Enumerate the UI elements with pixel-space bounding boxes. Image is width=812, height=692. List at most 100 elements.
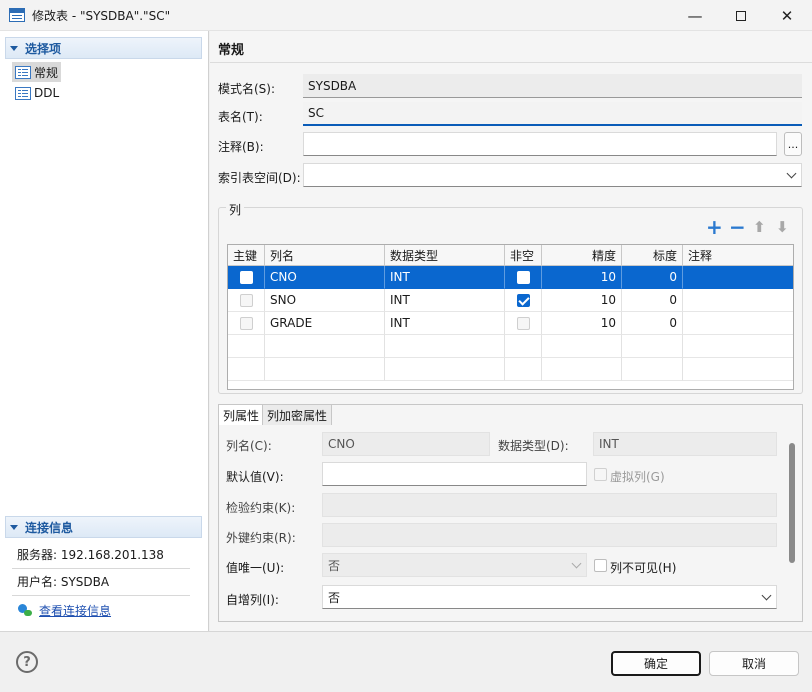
comment-more-button[interactable]: ... <box>784 132 802 156</box>
unique-value: 否 <box>328 558 341 573</box>
pk-cell[interactable] <box>228 266 265 289</box>
unique-select[interactable]: 否 <box>322 553 587 577</box>
ok-button[interactable]: 确定 <box>611 651 701 676</box>
identity-label: 自增列(I): <box>226 593 279 607</box>
virtual-checkbox[interactable] <box>594 468 607 481</box>
comment-cell[interactable] <box>683 266 793 289</box>
empty-cell <box>265 335 385 358</box>
header-pk[interactable]: 主键 <box>228 245 265 266</box>
schema-field: SYSDBA <box>303 74 802 98</box>
comment-cell[interactable] <box>683 289 793 312</box>
chevron-down-icon <box>786 168 797 179</box>
name-cell[interactable]: CNO <box>265 266 385 289</box>
help-icon[interactable]: ? <box>16 651 38 673</box>
notnull-cell[interactable] <box>505 266 542 289</box>
view-connection-link[interactable]: 查看连接信息 <box>39 602 111 619</box>
columns-group-label: 列 <box>226 201 245 218</box>
remove-column-icon[interactable]: − <box>729 217 746 237</box>
fk-constraint-label: 外键约束(R): <box>226 531 296 545</box>
col-name-label: 列名(C): <box>226 439 272 453</box>
header-type[interactable]: 数据类型 <box>385 245 505 266</box>
name-cell[interactable]: SNO <box>265 289 385 312</box>
schema-value: SYSDBA <box>308 78 357 93</box>
properties-scrollbar[interactable] <box>789 443 795 563</box>
server-info: 服务器: 192.168.201.138 <box>12 541 190 569</box>
identity-select[interactable]: 否 <box>322 585 777 609</box>
sidebar-item-ddl[interactable]: DDL <box>12 83 62 103</box>
notnull-checkbox[interactable] <box>516 316 530 330</box>
table-name-label: 表名(T): <box>218 110 263 124</box>
empty-cell <box>683 358 793 381</box>
data-type-label: 数据类型(D): <box>498 439 569 453</box>
sidebar-item-label: 常规 <box>34 65 59 80</box>
precision-cell[interactable]: 10 <box>542 289 622 312</box>
name-cell[interactable]: GRADE <box>265 312 385 335</box>
add-column-icon[interactable]: + <box>706 217 723 237</box>
scale-cell[interactable]: 0 <box>622 312 683 335</box>
divider <box>210 62 812 63</box>
virtual-label: 虚拟列(G) <box>610 470 665 484</box>
empty-cell <box>505 358 542 381</box>
col-name-value: CNO <box>328 437 355 451</box>
empty-row <box>228 358 793 381</box>
view-connection-row[interactable]: 查看连接信息 <box>12 596 190 624</box>
invisible-checkbox[interactable] <box>594 559 607 572</box>
pk-checkbox[interactable] <box>239 270 253 284</box>
precision-cell[interactable]: 10 <box>542 312 622 335</box>
cancel-button[interactable]: 取消 <box>709 651 799 676</box>
precision-cell[interactable]: 10 <box>542 266 622 289</box>
default-label: 默认值(V): <box>226 470 284 484</box>
minimize-button[interactable]: — <box>672 0 718 31</box>
options-section-title: 选择项 <box>25 41 62 56</box>
notnull-checkbox[interactable] <box>516 293 530 307</box>
pk-checkbox[interactable] <box>239 293 253 307</box>
sidebar: 选择项 常规 DDL 连接信息 服务器: 192.168.201.138 用户名… <box>0 31 209 631</box>
data-type-field: INT <box>593 432 777 456</box>
tab-column-properties[interactable]: 列属性 <box>218 404 265 425</box>
header-comment[interactable]: 注释 <box>683 245 793 266</box>
close-button[interactable]: ✕ <box>764 0 810 31</box>
comment-input[interactable] <box>303 132 777 156</box>
comment-cell[interactable] <box>683 312 793 335</box>
move-up-icon[interactable]: ⬆ <box>753 217 766 237</box>
notnull-cell[interactable] <box>505 312 542 335</box>
connection-section-title: 连接信息 <box>25 520 74 535</box>
table-row[interactable]: SNO INT 10 0 <box>228 289 793 312</box>
header-notnull[interactable]: 非空 <box>505 245 542 266</box>
sidebar-item-general[interactable]: 常规 <box>12 62 62 82</box>
empty-cell <box>622 335 683 358</box>
table-name-input[interactable]: SC <box>303 102 802 126</box>
pk-cell[interactable] <box>228 312 265 335</box>
table-row[interactable]: CNO INT 10 0 <box>228 266 793 289</box>
empty-cell <box>265 358 385 381</box>
pk-cell[interactable] <box>228 289 265 312</box>
header-precision[interactable]: 精度 <box>542 245 622 266</box>
check-constraint-label: 检验约束(K): <box>226 501 296 515</box>
collapse-triangle-icon <box>10 524 18 530</box>
type-cell[interactable]: INT <box>385 312 505 335</box>
table-row[interactable]: GRADE INT 10 0 <box>228 312 793 335</box>
invisible-label: 列不可见(H) <box>610 561 677 575</box>
type-cell[interactable]: INT <box>385 266 505 289</box>
scale-cell[interactable]: 0 <box>622 266 683 289</box>
chevron-down-icon <box>761 590 772 601</box>
notnull-cell[interactable] <box>505 289 542 312</box>
notnull-checkbox[interactable] <box>516 270 530 284</box>
fk-constraint-field <box>322 523 777 547</box>
connection-section-header[interactable]: 连接信息 <box>5 516 202 538</box>
connection-info-icon <box>17 603 33 617</box>
empty-cell <box>505 335 542 358</box>
type-cell[interactable]: INT <box>385 289 505 312</box>
options-section-header[interactable]: 选择项 <box>5 37 202 59</box>
empty-cell <box>622 358 683 381</box>
header-name[interactable]: 列名 <box>265 245 385 266</box>
tablespace-select[interactable] <box>303 163 802 187</box>
pk-checkbox[interactable] <box>239 316 253 330</box>
scale-cell[interactable]: 0 <box>622 289 683 312</box>
header-scale[interactable]: 标度 <box>622 245 683 266</box>
empty-row <box>228 335 793 358</box>
maximize-button[interactable] <box>718 0 764 31</box>
move-down-icon[interactable]: ⬇ <box>776 217 789 237</box>
default-input[interactable] <box>322 462 587 486</box>
tab-column-encryption[interactable]: 列加密属性 <box>262 404 333 425</box>
